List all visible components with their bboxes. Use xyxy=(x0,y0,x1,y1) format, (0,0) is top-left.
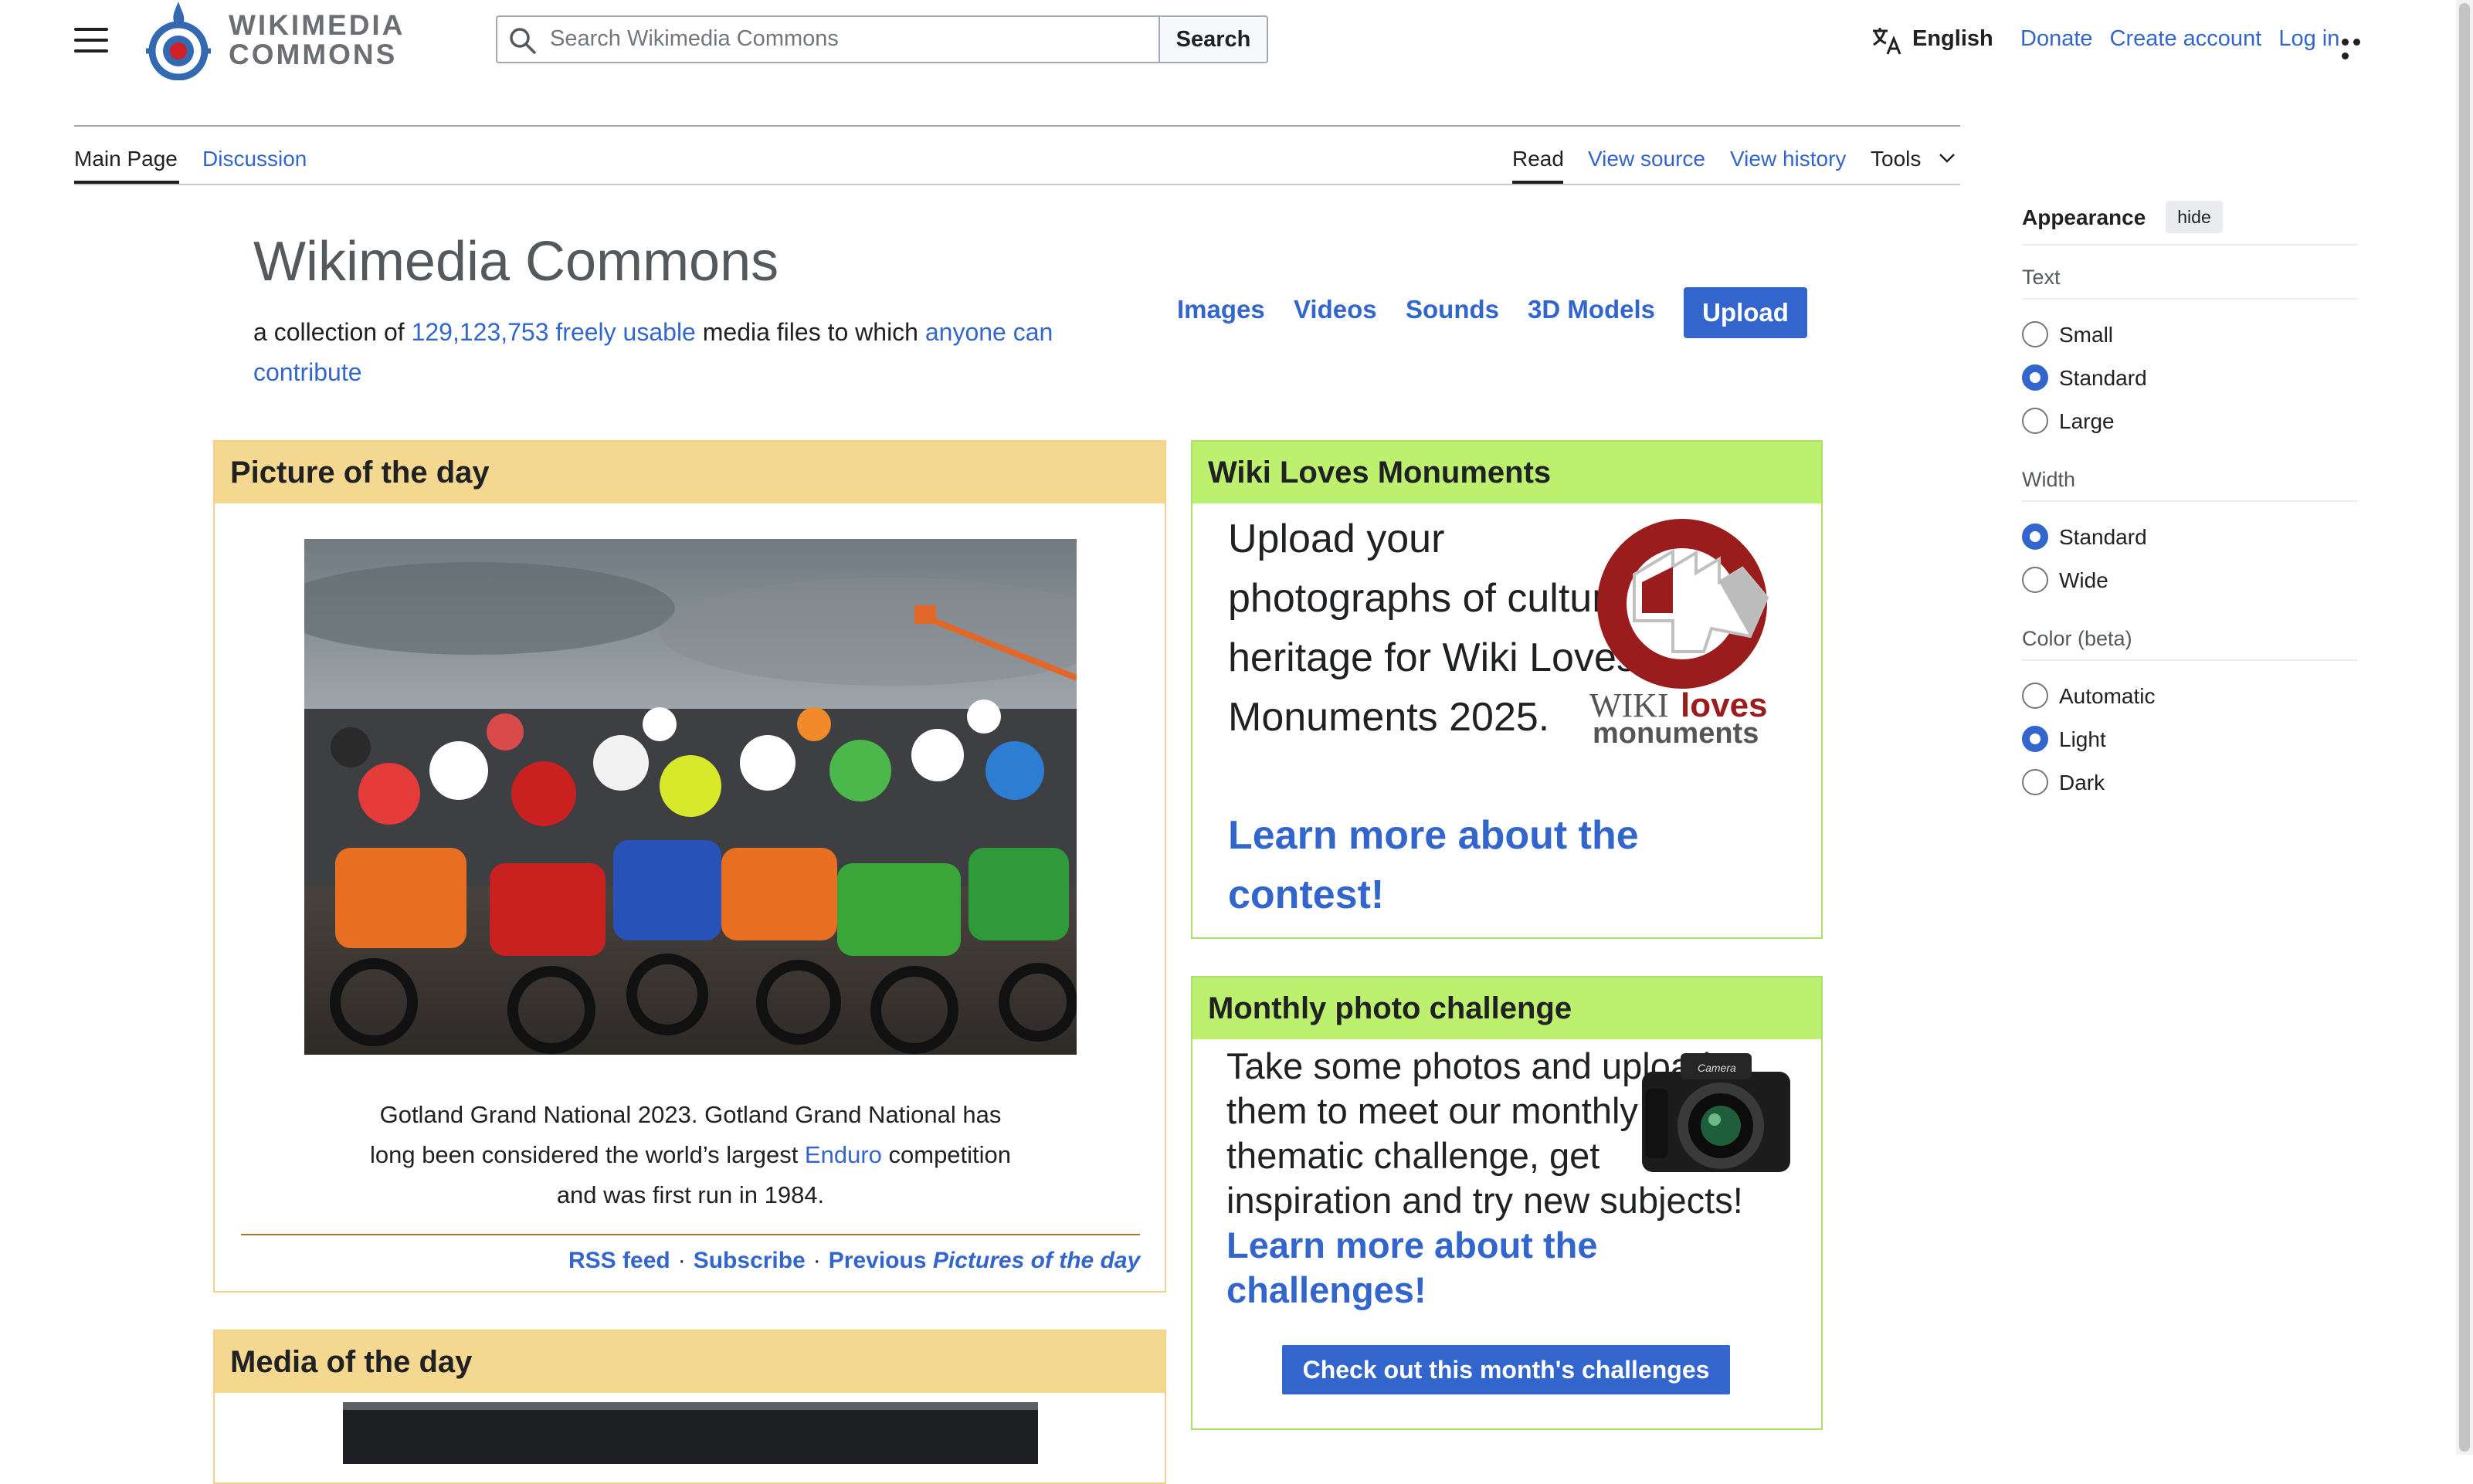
text-size-label-large[interactable]: Large xyxy=(2059,409,2115,434)
media-of-the-day-heading: Media of the day xyxy=(215,1331,1165,1393)
search-button[interactable]: Search xyxy=(1158,15,1268,63)
tabs-top-divider xyxy=(74,125,1960,127)
tab-view-source[interactable]: View source xyxy=(1588,147,1705,171)
picture-of-the-day-divider xyxy=(241,1234,1140,1235)
media-of-the-day-preview[interactable] xyxy=(343,1402,1038,1464)
previous-pictures-link[interactable]: Previous Pictures of the day xyxy=(829,1248,1140,1273)
previous-pictures-label: Pictures of the day xyxy=(932,1248,1141,1273)
width-divider xyxy=(2022,500,2357,502)
color-radio-automatic[interactable] xyxy=(2022,683,2048,709)
language-selector[interactable]: English xyxy=(1912,26,1993,52)
appearance-divider xyxy=(2022,244,2357,246)
tab-main-page[interactable]: Main Page xyxy=(74,147,178,171)
text-size-heading: Text xyxy=(2022,266,2061,289)
width-label-wide[interactable]: Wide xyxy=(2059,568,2108,593)
subscribe-link[interactable]: Subscribe xyxy=(694,1248,806,1273)
description-prefix: a collection of xyxy=(253,318,412,346)
color-label-automatic[interactable]: Automatic xyxy=(2059,684,2156,709)
wiki-loves-monuments-heading: Wiki Loves Monuments xyxy=(1192,442,1821,503)
color-divider xyxy=(2022,659,2357,661)
nav-videos[interactable]: Videos xyxy=(1294,295,1377,324)
create-account-link[interactable]: Create account xyxy=(2110,26,2262,51)
chevron-down-icon[interactable] xyxy=(1939,153,1956,164)
color-label-light[interactable]: Light xyxy=(2059,727,2106,752)
picture-of-the-day-heading: Picture of the day xyxy=(215,442,1165,503)
text-size-radio-large[interactable] xyxy=(2022,408,2048,434)
footer-separator: · xyxy=(677,1248,686,1273)
width-radio-standard[interactable] xyxy=(2022,523,2048,550)
text-size-label-standard[interactable]: Standard xyxy=(2059,366,2147,391)
width-label-standard[interactable]: Standard xyxy=(2059,525,2147,550)
text-size-divider xyxy=(2022,298,2357,300)
nav-images[interactable]: Images xyxy=(1177,295,1265,324)
wikimedia-commons-logo[interactable] xyxy=(144,0,213,81)
previous-label: Previous xyxy=(828,1248,927,1273)
site-wordmark[interactable]: WIKIMEDIA COMMONS xyxy=(229,11,405,69)
picture-of-the-day-image[interactable] xyxy=(304,539,1077,1055)
tabs-bottom-divider xyxy=(74,184,1960,185)
more-options-icon[interactable] xyxy=(2342,36,2376,59)
search-placeholder: Search Wikimedia Commons xyxy=(550,26,839,51)
picture-of-the-day-footer: RSS feed · Subscribe · Previous Pictures of … xyxy=(568,1248,1140,1274)
page-scrollbar-thumb[interactable] xyxy=(2459,3,2470,1452)
language-icon[interactable] xyxy=(1871,25,1903,57)
enduro-link[interactable]: Enduro xyxy=(805,1141,882,1168)
tab-read[interactable]: Read xyxy=(1512,147,1564,171)
logo-word-monuments: monuments xyxy=(1593,717,1759,744)
page-description: a collection of 129,123,753 freely usabl… xyxy=(253,312,1087,392)
wiki-loves-monuments-logo[interactable]: WIKI loves monuments xyxy=(1588,513,1796,750)
nav-sounds[interactable]: Sounds xyxy=(1406,295,1499,324)
tools-menu[interactable]: Tools xyxy=(1871,147,1921,171)
page-title: Wikimedia Commons xyxy=(253,231,779,293)
picture-of-the-day-caption: Gotland Grand National 2023. Gotland Gra… xyxy=(355,1095,1026,1215)
appearance-title: Appearance xyxy=(2022,205,2146,229)
description-middle: media files to which xyxy=(695,318,925,346)
log-in-link[interactable]: Log in xyxy=(2278,26,2339,51)
text-size-radio-small[interactable] xyxy=(2022,321,2048,347)
learn-more-challenges-link[interactable]: Learn more about the challenges! xyxy=(1226,1225,1598,1310)
freely-usable-link[interactable]: freely usable xyxy=(555,318,695,346)
rss-feed-link[interactable]: RSS feed xyxy=(568,1248,670,1273)
check-challenges-button[interactable]: Check out this month's challenges xyxy=(1282,1345,1730,1394)
search-icon xyxy=(508,26,538,56)
file-count-link[interactable]: 129,123,753 xyxy=(412,318,549,346)
wordmark-line-2: COMMONS xyxy=(229,39,398,70)
nav-3d-models[interactable]: 3D Models xyxy=(1528,295,1655,324)
width-radio-wide[interactable] xyxy=(2022,567,2048,593)
main-menu-button[interactable] xyxy=(74,28,108,54)
monthly-photo-challenge-heading: Monthly photo challenge xyxy=(1192,977,1821,1039)
user-links: Donate Create account Log in xyxy=(2020,26,2350,52)
color-heading: Color (beta) xyxy=(2022,627,2132,650)
text-size-radio-standard[interactable] xyxy=(2022,364,2048,391)
wiki-loves-monuments-link[interactable]: Learn more about the contest! xyxy=(1228,806,1661,925)
donate-link[interactable]: Donate xyxy=(2020,26,2093,51)
color-radio-light[interactable] xyxy=(2022,726,2048,752)
camera-icon: Camera xyxy=(1634,1042,1796,1181)
camera-brand-label: Camera xyxy=(1698,1062,1736,1074)
wordmark-line-1: WIKIMEDIA xyxy=(229,9,405,41)
text-size-label-small[interactable]: Small xyxy=(2059,323,2113,347)
tab-discussion[interactable]: Discussion xyxy=(202,147,307,171)
footer-separator: · xyxy=(812,1248,821,1273)
width-heading: Width xyxy=(2022,468,2076,491)
upload-button[interactable]: Upload xyxy=(1684,287,1807,338)
appearance-hide-button[interactable]: hide xyxy=(2166,201,2223,233)
color-label-dark[interactable]: Dark xyxy=(2059,771,2105,795)
tab-view-history[interactable]: View history xyxy=(1730,147,1846,171)
color-radio-dark[interactable] xyxy=(2022,769,2048,795)
